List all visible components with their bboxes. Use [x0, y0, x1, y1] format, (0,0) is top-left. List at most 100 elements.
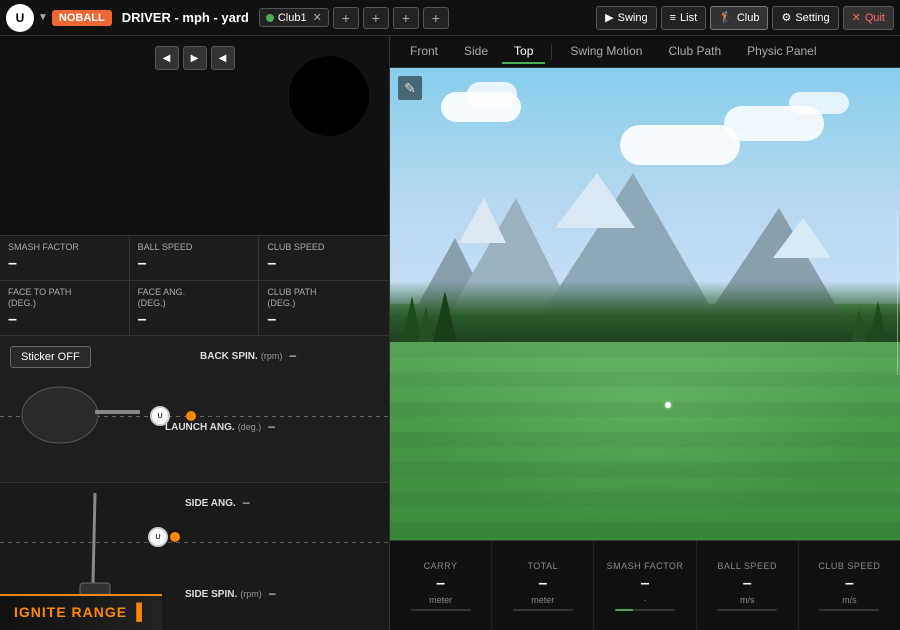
- tab-divider: [551, 44, 552, 60]
- ball-speed-bar: [717, 609, 777, 611]
- launch-ang-label: LAUNCH ANG. (deg.) –: [165, 419, 275, 433]
- face-to-path-value: –: [8, 311, 121, 329]
- boundary-marker: [897, 210, 898, 375]
- club-path-cell: CLUB PATH(deg.) –: [259, 281, 389, 335]
- cloud-5: [620, 125, 740, 165]
- cloud-2: [467, 82, 517, 107]
- club-active-dot: [266, 14, 274, 22]
- face-ang-value: –: [138, 311, 251, 329]
- smash-factor-value: –: [8, 255, 121, 273]
- sticker-off-button[interactable]: Sticker OFF: [10, 346, 91, 368]
- total-cell: TOTAL – meter: [492, 541, 594, 630]
- ball-speed-bottom-value: –: [743, 575, 752, 593]
- face-to-path-cell: FACE to PATH(deg.) –: [0, 281, 130, 335]
- club-path-value: –: [267, 311, 381, 329]
- total-label: TOTAL: [527, 561, 558, 571]
- no-ball-badge: NOBALL: [52, 10, 112, 26]
- stats-bottom: CARRY – meter TOTAL – meter SMASH FACTOR…: [390, 540, 900, 630]
- add-club-button-4[interactable]: +: [423, 7, 449, 29]
- mountain-4-snow: [773, 218, 831, 258]
- smash-factor-bottom-label: SMASH FACTOR: [607, 561, 684, 571]
- logo-button[interactable]: U: [6, 4, 34, 32]
- driver-label: DRIVER - mph - yard: [122, 10, 249, 25]
- quit-button[interactable]: ✕ Quit: [843, 6, 894, 30]
- left-panel: ◀ ▶ ◀ SMASH FACTOR – BALL SPEED – CLUB S…: [0, 36, 390, 630]
- setting-icon: ⚙: [781, 11, 791, 24]
- playback-controls: ◀ ▶ ◀: [155, 46, 235, 70]
- ball-preview: [289, 56, 369, 136]
- tab-club-path[interactable]: Club Path: [656, 40, 733, 64]
- tab-physic-panel[interactable]: Physic Panel: [735, 40, 828, 64]
- smash-factor-cell: SMASH FACTOR –: [0, 236, 130, 280]
- driver-club-shape: [20, 380, 140, 450]
- edit-icon[interactable]: ✎: [398, 76, 422, 100]
- tab-side[interactable]: Side: [452, 40, 500, 64]
- smash-factor-bottom-value: –: [641, 575, 650, 593]
- trees: [390, 281, 900, 351]
- total-value: –: [538, 575, 547, 593]
- dropdown-arrow[interactable]: ▼: [38, 12, 48, 23]
- view-tabs: Front Side Top Swing Motion Club Path Ph…: [390, 36, 900, 68]
- side-ang-label: SIDE ANG. –: [185, 495, 250, 509]
- cloud-4: [789, 92, 849, 114]
- fairway-stripes: [390, 342, 900, 540]
- club-speed-label: CLUB SPEED: [267, 242, 381, 253]
- next-button[interactable]: ◀: [211, 46, 235, 70]
- carry-value: –: [436, 575, 445, 593]
- ball-speed-cell: BALL SPEED –: [130, 236, 260, 280]
- carry-label: CARRY: [424, 561, 458, 571]
- side-spin-label: SIDE SPIN. (rpm) –: [185, 586, 276, 600]
- club-speed-bottom-label: CLUB SPEED: [818, 561, 880, 571]
- stats-row-1: SMASH FACTOR – BALL SPEED – CLUB SPEED –: [0, 236, 389, 281]
- smash-factor-bar: [615, 609, 675, 611]
- swing-button[interactable]: ▶ Swing: [596, 6, 656, 30]
- course-background: [390, 68, 900, 540]
- club-button[interactable]: 🏌 Club: [710, 6, 768, 30]
- list-icon: ≡: [670, 12, 676, 24]
- club-path-label: CLUB PATH(deg.): [267, 287, 381, 309]
- ball-speed-bottom-unit: m/s: [740, 595, 755, 605]
- carry-cell: CARRY – meter: [390, 541, 492, 630]
- face-ang-cell: FACE ANG.(deg.) –: [130, 281, 260, 335]
- ball-speed-label: BALL SPEED: [138, 242, 251, 253]
- sticker-area: Sticker OFF U BACK SPIN. (rpm) –: [0, 336, 389, 483]
- face-ang-label: FACE ANG.(deg.): [138, 287, 251, 309]
- mountain-3-snow: [555, 173, 635, 228]
- course-view: ✎: [390, 68, 900, 540]
- smash-factor-label: SMASH FACTOR: [8, 242, 121, 253]
- quit-icon: ✕: [852, 11, 861, 24]
- top-bar: U ▼ NOBALL DRIVER - mph - yard Club1 ✕ +…: [0, 0, 900, 36]
- list-button[interactable]: ≡ List: [661, 6, 707, 30]
- smash-factor-bottom-unit: ·: [644, 595, 647, 605]
- tab-swing-motion[interactable]: Swing Motion: [558, 40, 654, 64]
- add-club-button-3[interactable]: +: [393, 7, 419, 29]
- back-spin-label: BACK SPIN. (rpm) –: [200, 348, 296, 362]
- club-speed-bar: [819, 609, 879, 611]
- ball-speed-value: –: [138, 255, 251, 273]
- add-club-button-2[interactable]: +: [363, 7, 389, 29]
- main-layout: ◀ ▶ ◀ SMASH FACTOR – BALL SPEED – CLUB S…: [0, 36, 900, 630]
- club-speed-value: –: [267, 255, 381, 273]
- club-speed-bottom-value: –: [845, 575, 854, 593]
- club-speed-bottom-cell: CLUB SPEED – m/s: [799, 541, 900, 630]
- carry-bar: [411, 609, 471, 611]
- club-close-icon[interactable]: ✕: [313, 11, 322, 24]
- total-bar: [513, 609, 573, 611]
- bottom-left-panel: U SIDE ANG. – SIDE SPIN. (rpm) – FACE AN…: [0, 482, 389, 630]
- video-area: ◀ ▶ ◀: [0, 36, 389, 236]
- ball-speed-bottom-label: BALL SPEED: [717, 561, 777, 571]
- impact-dot-side: [170, 532, 180, 542]
- tab-front[interactable]: Front: [398, 40, 450, 64]
- face-to-path-label: FACE to PATH(deg.): [8, 287, 121, 309]
- edit-pencil-icon: ✎: [404, 80, 416, 97]
- mountain-2-snow: [459, 198, 506, 243]
- club-speed-cell: CLUB SPEED –: [259, 236, 389, 280]
- tab-top[interactable]: Top: [502, 40, 545, 64]
- play-button[interactable]: ▶: [183, 46, 207, 70]
- club1-tab[interactable]: Club1 ✕: [259, 8, 329, 27]
- side-traj-line: [0, 542, 389, 543]
- add-club-button-1[interactable]: +: [333, 7, 359, 29]
- fairway: [390, 342, 900, 540]
- setting-button[interactable]: ⚙ Setting: [772, 6, 838, 30]
- prev-button[interactable]: ◀: [155, 46, 179, 70]
